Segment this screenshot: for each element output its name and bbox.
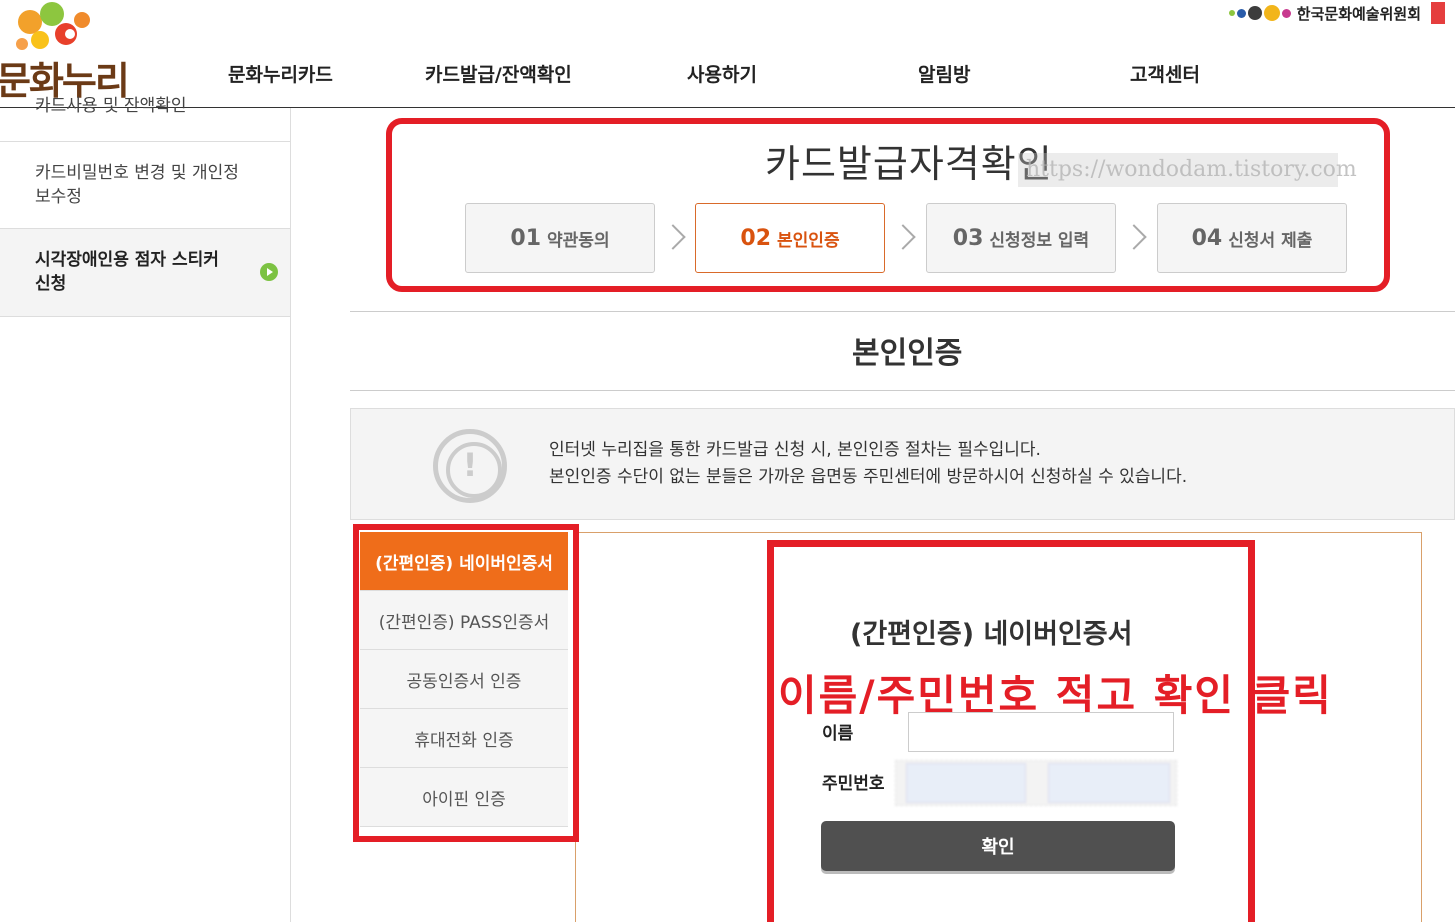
- step-number: 01: [510, 225, 542, 251]
- nav-item-usage[interactable]: 사용하기: [687, 60, 757, 87]
- sidebar-item-password-change[interactable]: 카드비밀번호 변경 및 개인정보수정: [0, 142, 290, 229]
- tabs-highlight-box: [353, 524, 579, 842]
- name-label: 이름: [822, 724, 854, 744]
- sidebar-item-label: 시각장애인용 점자 스티커 신청: [35, 250, 219, 294]
- step-4: 04 신청서 제출: [1157, 203, 1347, 273]
- nav-item-customer-center[interactable]: 고객센터: [1130, 60, 1200, 87]
- step-label: 신청정보 입력: [989, 230, 1090, 251]
- confirm-button[interactable]: 확인: [821, 821, 1175, 871]
- watermark: https://wondodam.tistory.com: [1018, 153, 1357, 187]
- step-number: 02: [740, 225, 772, 251]
- step-number: 03: [952, 225, 984, 251]
- step-1: 01 약관동의: [465, 203, 655, 273]
- rrn-front-input[interactable]: [906, 763, 1026, 803]
- sidebar-item-card-usage[interactable]: 카드사용 및 잔액확인: [0, 96, 290, 142]
- divider: [350, 311, 1455, 312]
- chevron-right-icon: [1125, 224, 1141, 250]
- notice-line-1: 인터넷 누리집을 통한 카드발급 신청 시, 본인인증 절차는 필수입니다.: [549, 440, 1041, 460]
- step-number: 04: [1191, 225, 1223, 251]
- steps-title: 카드발급자격확인: [765, 142, 1053, 186]
- step-label: 약관동의: [547, 230, 610, 251]
- step-label: 신청서 제출: [1228, 230, 1313, 251]
- nav-item-munhwanuri-card[interactable]: 문화누리카드: [228, 60, 333, 87]
- step-label: 본인인증: [777, 230, 840, 251]
- sidebar-item-braille-sticker[interactable]: 시각장애인용 점자 스티커 신청: [0, 229, 290, 317]
- sidebar-item-label: 카드사용 및 잔액확인: [35, 96, 187, 116]
- sidebar: 카드사용 및 잔액확인 카드비밀번호 변경 및 개인정보수정 시각장애인용 점자…: [0, 96, 291, 922]
- org-name: 한국문화예술위원회: [1296, 4, 1421, 23]
- name-input[interactable]: [908, 712, 1174, 752]
- nav-item-notices[interactable]: 알림방: [918, 60, 970, 87]
- step-3: 03 신청정보 입력: [926, 203, 1116, 273]
- org-logo-icon: [1228, 5, 1291, 21]
- nav-item-card-issue[interactable]: 카드발급/잔액확인: [425, 60, 572, 87]
- org-link[interactable]: 한국문화예술위원회: [1228, 2, 1445, 24]
- divider: [350, 390, 1455, 391]
- page: 문화누리 문화누리카드 카드발급/잔액확인 사용하기 알림방 고객센터 한국문화…: [0, 0, 1455, 922]
- rrn-input-blurred[interactable]: [895, 760, 1177, 806]
- org-side-tab[interactable]: [1431, 2, 1445, 24]
- logo[interactable]: 문화누리: [0, 0, 140, 103]
- section-title: 본인인증: [852, 336, 963, 371]
- sidebar-item-label: 카드비밀번호 변경 및 개인정보수정: [35, 163, 239, 207]
- chevron-right-icon: [894, 224, 910, 250]
- rrn-label: 주민번호: [822, 774, 885, 794]
- notice-line-2: 본인인증 수단이 없는 분들은 가까운 읍면동 주민센터에 방문하시어 신청하실…: [549, 467, 1188, 487]
- chevron-right-icon: [664, 224, 680, 250]
- header: 문화누리 문화누리카드 카드발급/잔액확인 사용하기 알림방 고객센터 한국문화…: [0, 0, 1455, 108]
- arrow-right-icon: [260, 263, 278, 281]
- notice-box: ! 인터넷 누리집을 통한 카드발급 신청 시, 본인인증 절차는 필수입니다.…: [350, 408, 1455, 520]
- exclamation-icon: !: [433, 429, 507, 503]
- form-title: (간편인증) 네이버인증서: [850, 619, 1133, 650]
- rrn-back-input[interactable]: [1048, 763, 1170, 803]
- step-2: 02 본인인증: [695, 203, 885, 273]
